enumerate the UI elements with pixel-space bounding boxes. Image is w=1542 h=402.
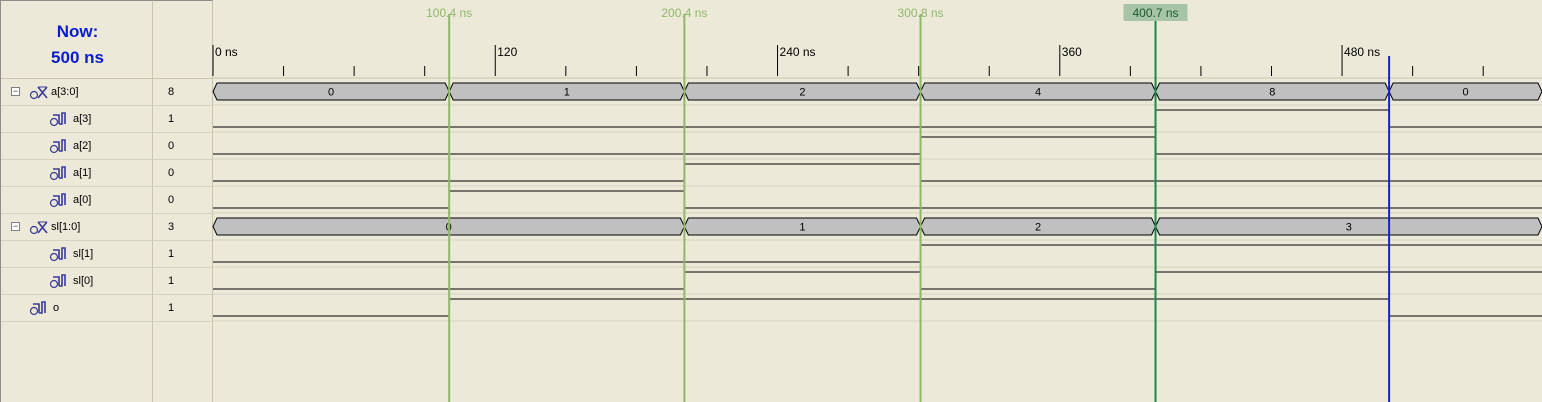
bus-segment-value: 0 xyxy=(1462,87,1468,99)
bus-segment-value: 4 xyxy=(1035,87,1041,99)
bus-segment-value: 2 xyxy=(1035,222,1041,234)
ruler-label: 360 xyxy=(1062,45,1082,59)
bus-segment-value: 2 xyxy=(799,87,805,99)
time-marker-label: 200.4 ns xyxy=(661,6,707,20)
bit-waveform xyxy=(213,298,1542,317)
waveform-viewer: Now: 500 ns − a[3:0] a[3] a[2] a[1] a[0] − sl[1… xyxy=(0,0,1542,402)
bit-waveform xyxy=(213,163,1542,182)
bit-waveform xyxy=(213,244,1542,263)
ruler-label: 240 ns xyxy=(780,45,816,59)
bus-segment-value: 3 xyxy=(1346,222,1352,234)
time-marker-label: 400.7 ns xyxy=(1133,6,1179,20)
bus-segment-value: 0 xyxy=(328,87,334,99)
bit-waveform xyxy=(213,271,1542,290)
time-marker-label: 300.8 ns xyxy=(898,6,944,20)
bus-segment-value: 8 xyxy=(1269,87,1275,99)
bus-segment-value: 1 xyxy=(799,222,805,234)
bit-waveform xyxy=(213,190,1542,209)
bus-segment-value: 1 xyxy=(564,87,570,99)
time-marker-label: 100.4 ns xyxy=(426,6,472,20)
bit-waveform xyxy=(213,136,1542,155)
waveform-canvas[interactable]: 0 ns120240 ns360480 ns0124800123100.4 ns… xyxy=(0,0,1542,402)
ruler-label: 0 ns xyxy=(215,45,238,59)
ruler-label: 480 ns xyxy=(1344,45,1380,59)
bit-waveform xyxy=(213,109,1542,128)
ruler-label: 120 xyxy=(497,45,517,59)
